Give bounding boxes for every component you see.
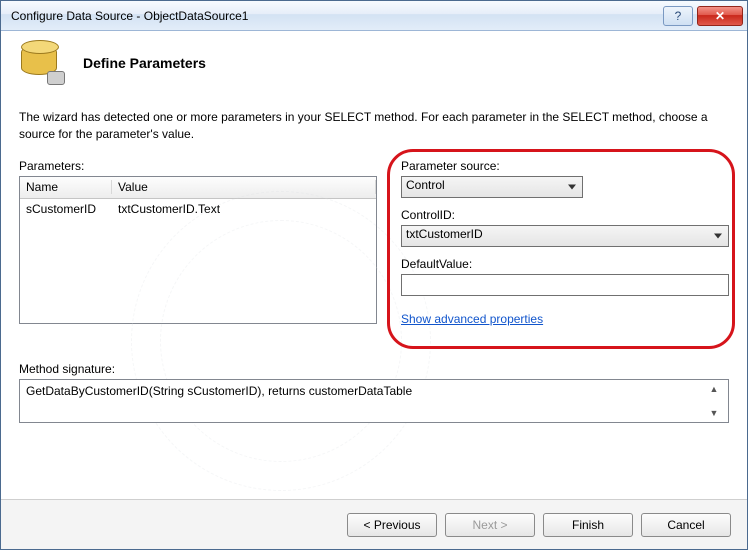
titlebar: Configure Data Source - ObjectDataSource… <box>1 1 747 31</box>
body: The wizard has detected one or more para… <box>1 99 747 423</box>
close-button[interactable]: ✕ <box>697 6 743 26</box>
default-value-input[interactable] <box>401 274 729 296</box>
method-signature-box: GetDataByCustomerID(String sCustomerID),… <box>19 379 729 423</box>
next-button: Next > <box>445 513 535 537</box>
parameters-label: Parameters: <box>19 159 377 173</box>
database-icon <box>17 39 65 87</box>
description-text: The wizard has detected one or more para… <box>19 109 729 143</box>
method-signature: GetDataByCustomerID(String sCustomerID),… <box>26 384 706 398</box>
parameter-source-dropdown[interactable]: Control <box>401 176 583 198</box>
advanced-properties-link[interactable]: Show advanced properties <box>401 312 543 326</box>
parameter-source-label: Parameter source: <box>401 159 729 173</box>
control-id-dropdown[interactable]: txtCustomerID <box>401 225 729 247</box>
parameters-panel: Parameters: Name Value sCustomerID txtCu… <box>19 159 377 324</box>
table-row[interactable]: sCustomerID txtCustomerID.Text <box>20 199 376 219</box>
control-id-label: ControlID: <box>401 208 729 222</box>
columns: Parameters: Name Value sCustomerID txtCu… <box>19 159 729 326</box>
parameter-source-value: Control <box>406 178 445 192</box>
parameter-source-panel: Parameter source: Control ControlID: txt… <box>401 159 729 326</box>
help-button[interactable]: ? <box>663 6 693 26</box>
page-title: Define Parameters <box>83 55 206 71</box>
scroll-down-icon[interactable]: ▼ <box>710 408 719 418</box>
table-header: Name Value <box>20 177 376 199</box>
footer: < Previous Next > Finish Cancel <box>1 499 747 549</box>
method-section: Method signature: GetDataByCustomerID(St… <box>19 362 729 423</box>
content: Define Parameters The wizard has detecte… <box>1 31 747 549</box>
cancel-button[interactable]: Cancel <box>641 513 731 537</box>
method-label: Method signature: <box>19 362 729 376</box>
default-value-label: DefaultValue: <box>401 257 729 271</box>
parameters-table[interactable]: Name Value sCustomerID txtCustomerID.Tex… <box>19 176 377 324</box>
cell-value: txtCustomerID.Text <box>112 202 376 216</box>
previous-button[interactable]: < Previous <box>347 513 437 537</box>
wizard-window: Configure Data Source - ObjectDataSource… <box>0 0 748 550</box>
window-title: Configure Data Source - ObjectDataSource… <box>11 9 659 23</box>
control-id-value: txtCustomerID <box>406 227 483 241</box>
cell-name: sCustomerID <box>20 202 112 216</box>
finish-button[interactable]: Finish <box>543 513 633 537</box>
col-name[interactable]: Name <box>20 180 112 194</box>
scrollbar[interactable]: ▲ ▼ <box>706 384 722 418</box>
scroll-up-icon[interactable]: ▲ <box>710 384 719 394</box>
header: Define Parameters <box>1 31 747 99</box>
col-value[interactable]: Value <box>112 180 376 194</box>
